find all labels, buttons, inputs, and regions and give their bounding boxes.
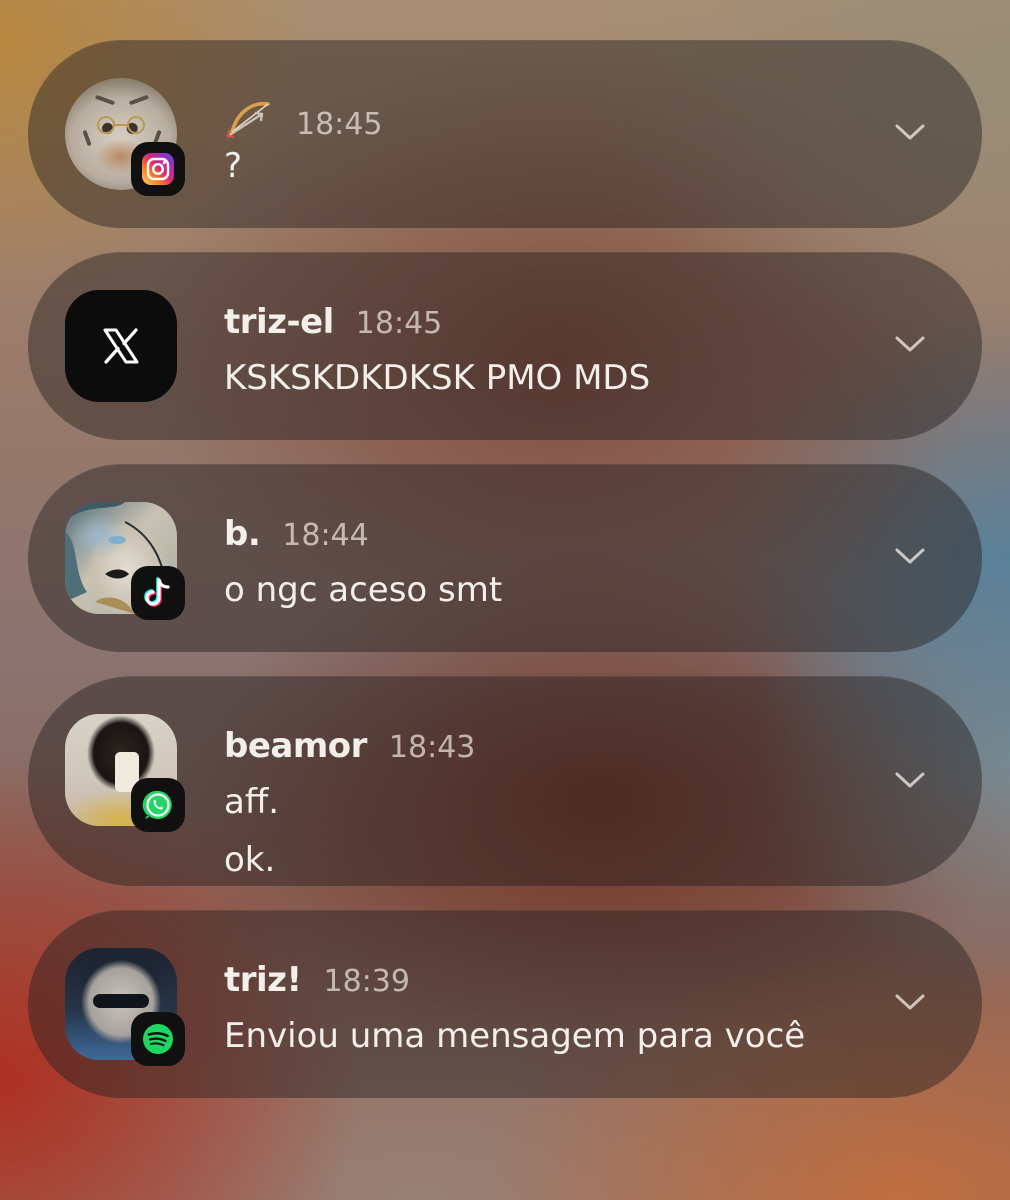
- whatsapp-icon: [142, 790, 172, 819]
- instagram-badge: [131, 142, 185, 196]
- x-logo-icon: [103, 328, 139, 364]
- notification-sender: triz!: [224, 960, 302, 1000]
- notification-content: b. 18:44 o ngc aceso smt: [224, 514, 862, 612]
- notification-time: 18:44: [282, 518, 369, 553]
- hero-mask-shape: [93, 994, 149, 1008]
- notification-header: triz! 18:39: [224, 960, 862, 1004]
- avatar-wrap: [65, 502, 185, 620]
- notification-tiktok[interactable]: b. 18:44 o ngc aceso smt: [28, 464, 982, 652]
- chevron-down-icon[interactable]: [892, 332, 928, 356]
- x-app-avatar: [65, 290, 177, 402]
- spotify-icon: [143, 1024, 173, 1054]
- notification-content: 18:45 ?: [224, 90, 862, 188]
- avatar-wrap: [65, 290, 179, 402]
- notification-message: KSKSKDKDKSK PMO MDS: [224, 358, 651, 398]
- notification-time: 18:45: [355, 306, 443, 341]
- notification-message: o ngc aceso smt: [224, 570, 503, 610]
- notification-message: Enviou uma mensagem para você: [224, 1016, 806, 1056]
- chevron-down-icon[interactable]: [892, 768, 928, 792]
- glasses-icon: [97, 116, 145, 134]
- notification-instagram[interactable]: 18:45 ?: [28, 40, 982, 228]
- notification-header: beamor 18:43: [224, 726, 862, 770]
- avatar-wrap: [65, 78, 185, 196]
- tiktok-icon: [144, 577, 170, 607]
- notification-sender: triz-el: [224, 302, 334, 342]
- notification-time: 18:45: [296, 107, 383, 142]
- notification-sender: beamor: [224, 726, 367, 766]
- notification-header: triz-el 18:45: [224, 302, 862, 346]
- chevron-down-icon[interactable]: [892, 990, 928, 1014]
- notification-header: 18:45: [224, 90, 862, 142]
- chevron-down-icon[interactable]: [892, 120, 928, 144]
- bow-and-arrow-icon: [226, 101, 270, 139]
- notification-spotify[interactable]: triz! 18:39 Enviou uma mensagem para voc…: [28, 910, 982, 1098]
- instagram-icon: [142, 153, 174, 185]
- notification-message: ok.: [224, 840, 276, 880]
- notification-header: b. 18:44: [224, 514, 862, 558]
- whatsapp-badge: [131, 778, 185, 832]
- avatar-wrap: [65, 948, 185, 1066]
- tiktok-badge: [131, 566, 185, 620]
- notification-sender: b.: [224, 514, 261, 554]
- spotify-badge: [131, 1012, 185, 1066]
- notification-content: beamor 18:43 aff. ok.: [224, 726, 862, 882]
- notification-message: aff.: [224, 782, 280, 822]
- avatar-wrap: [65, 714, 185, 832]
- notification-content: triz-el 18:45 KSKSKDKDKSK PMO MDS: [224, 302, 862, 400]
- notification-whatsapp[interactable]: beamor 18:43 aff. ok.: [28, 676, 982, 886]
- notification-list: 18:45 ? triz-el 18:45 KSKSKDKDKSK PMO MD…: [28, 40, 982, 1122]
- notification-content: triz! 18:39 Enviou uma mensagem para voc…: [224, 960, 862, 1058]
- notification-x[interactable]: triz-el 18:45 KSKSKDKDKSK PMO MDS: [28, 252, 982, 440]
- chevron-down-icon[interactable]: [892, 544, 928, 568]
- notification-time: 18:43: [388, 730, 476, 765]
- notification-time: 18:39: [323, 964, 410, 999]
- notification-message: ?: [224, 146, 243, 186]
